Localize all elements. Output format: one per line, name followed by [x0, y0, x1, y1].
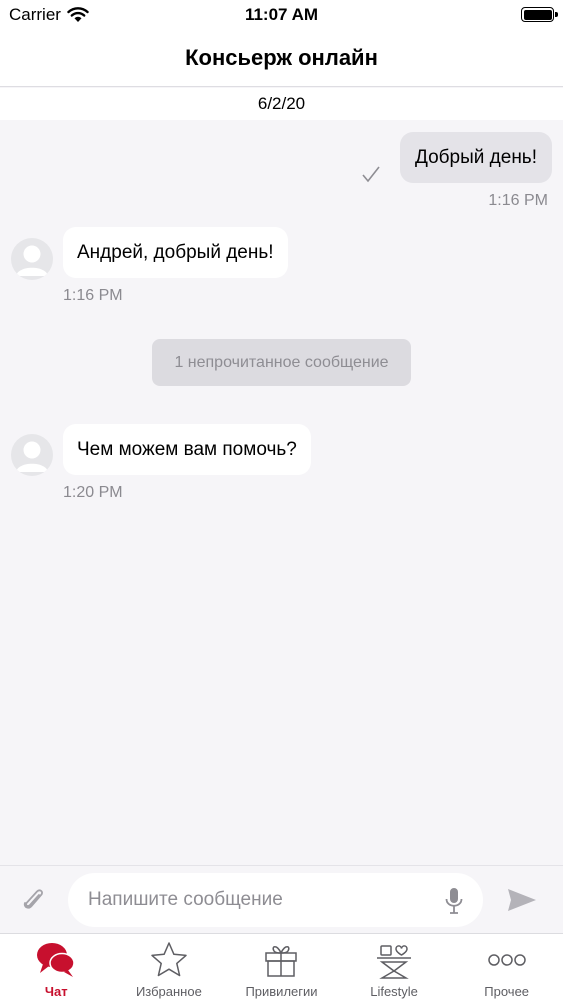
avatar-placeholder-icon	[11, 238, 53, 280]
chat-area[interactable]: Добрый день! 1:16 PM Андрей, добрый день…	[0, 120, 563, 865]
avatar-placeholder-icon	[11, 434, 53, 476]
chat-bubbles-icon	[37, 943, 76, 977]
check-icon	[362, 166, 380, 183]
tab-label: Привилегии	[245, 984, 318, 999]
message-bubble-incoming[interactable]: Андрей, добрый день!	[63, 227, 288, 278]
tab-chat[interactable]: Чат	[0, 934, 113, 1000]
tab-label: Чат	[44, 984, 68, 999]
page-title: Консьерж онлайн	[185, 45, 378, 70]
unread-banner: 1 непрочитанное сообщение	[152, 339, 411, 386]
more-dots-icon	[487, 954, 526, 966]
message-bubble-incoming[interactable]: Чем можем вам помочь?	[63, 424, 311, 475]
tab-privileges[interactable]: Привилегии	[225, 934, 338, 1000]
tab-bar: Чат Избранное Привилегии Lifestyle Проче…	[0, 933, 563, 1000]
tab-lifestyle[interactable]: Lifestyle	[338, 934, 451, 1000]
lifestyle-icon	[377, 945, 412, 979]
tab-favorites[interactable]: Избранное	[113, 934, 226, 1000]
message-input[interactable]	[88, 873, 438, 927]
message-time: 1:20 PM	[63, 484, 123, 501]
battery-icon	[521, 7, 558, 22]
message-time: 1:16 PM	[63, 287, 123, 304]
gift-icon	[265, 946, 298, 977]
message-input-wrapper	[68, 873, 483, 927]
status-bar: Carrier 11:07 AM	[0, 0, 563, 30]
send-icon[interactable]	[506, 886, 538, 914]
star-icon	[151, 942, 187, 977]
tab-label: Прочее	[484, 984, 530, 999]
nav-bar: Консьерж онлайн	[0, 30, 563, 87]
message-time: 1:16 PM	[488, 192, 548, 209]
message-bubble-outgoing[interactable]: Добрый день!	[400, 132, 552, 183]
paperclip-icon[interactable]	[20, 886, 48, 916]
tab-more[interactable]: Прочее	[450, 934, 563, 1000]
status-time: 11:07 AM	[244, 5, 319, 24]
microphone-icon[interactable]	[444, 887, 464, 915]
date-separator: 6/2/20	[0, 88, 563, 120]
tab-label: Избранное	[135, 984, 202, 999]
tab-label: Lifestyle	[370, 984, 418, 999]
composer	[0, 865, 563, 933]
